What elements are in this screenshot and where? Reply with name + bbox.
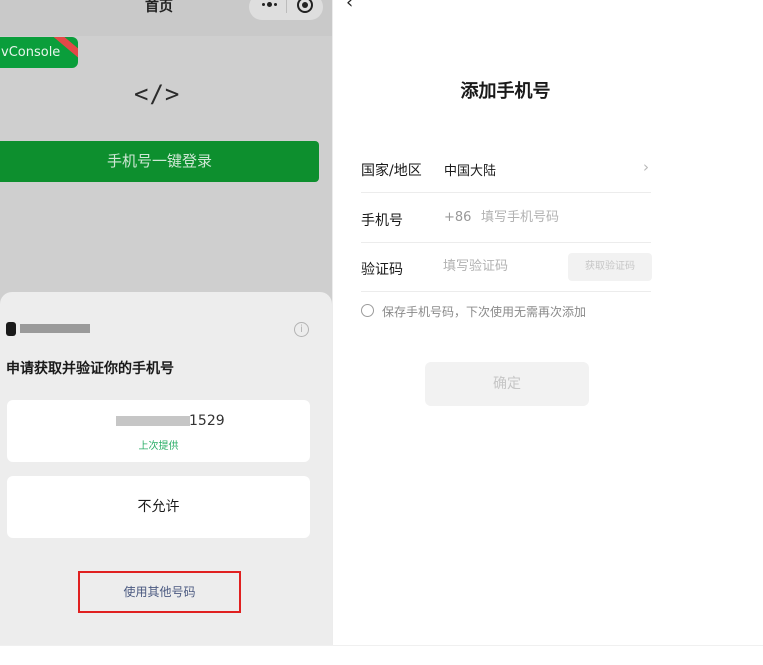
- use-other-number-button[interactable]: 使用其他号码: [78, 571, 241, 613]
- radio-icon[interactable]: [361, 304, 374, 317]
- sheet-title: 申请获取并验证你的手机号: [6, 361, 174, 377]
- deny-button[interactable]: 不允许: [7, 476, 310, 538]
- nav-bar: 首页: [0, 0, 332, 36]
- code-icon: </>: [134, 80, 181, 108]
- bottom-strip: [0, 645, 763, 665]
- confirm-button[interactable]: 确定: [425, 362, 589, 406]
- add-phone-page: ‹ 添加手机号 国家/地区 中国大陆 › 手机号 +86 验证码 获取验证码 保…: [333, 0, 763, 645]
- code-input[interactable]: [443, 253, 553, 279]
- region-label: 国家/地区: [361, 163, 422, 179]
- close-miniprogram-icon[interactable]: [297, 0, 313, 13]
- vconsole-button[interactable]: vConsole: [0, 37, 78, 68]
- miniprogram-page: 首页 vConsole </> 手机号一键登录 i 申请获取并验证你的手机号 1…: [0, 0, 332, 645]
- phone-login-button[interactable]: 手机号一键登录: [0, 141, 319, 182]
- get-code-button[interactable]: 获取验证码: [568, 253, 652, 281]
- phone-number-redacted: [116, 416, 190, 426]
- more-icon[interactable]: [258, 0, 280, 14]
- region-value: 中国大陆: [444, 164, 497, 179]
- page-title: 添加手机号: [460, 81, 551, 102]
- phone-input[interactable]: [481, 204, 641, 230]
- save-number-text: 保存手机号码，下次使用无需再次添加: [382, 305, 587, 319]
- phone-suffix: 1529: [189, 413, 225, 429]
- country-code: +86: [444, 210, 472, 225]
- code-row: 验证码 获取验证码: [361, 242, 652, 292]
- chevron-right-icon: ›: [643, 158, 649, 176]
- screen: 首页 vConsole </> 手机号一键登录 i 申请获取并验证你的手机号 1…: [0, 0, 763, 665]
- app-avatar: [6, 322, 16, 336]
- phone-hint: 上次提供: [138, 441, 179, 452]
- back-icon[interactable]: ‹: [346, 0, 353, 13]
- app-name-redacted: [20, 324, 90, 333]
- capsule-divider: [286, 0, 287, 13]
- info-icon[interactable]: i: [294, 322, 309, 337]
- region-row[interactable]: 国家/地区 中国大陆 ›: [361, 143, 651, 193]
- phone-row: 手机号 +86: [361, 193, 651, 243]
- capsule-menu: [249, 0, 323, 20]
- code-label: 验证码: [361, 262, 403, 278]
- phone-auth-sheet: i 申请获取并验证你的手机号 1529 上次提供 不允许 使用其他号码: [0, 292, 332, 645]
- phone-label: 手机号: [361, 213, 403, 229]
- vconsole-label: vConsole: [1, 45, 61, 60]
- saved-phone-option[interactable]: 1529 上次提供: [7, 400, 310, 462]
